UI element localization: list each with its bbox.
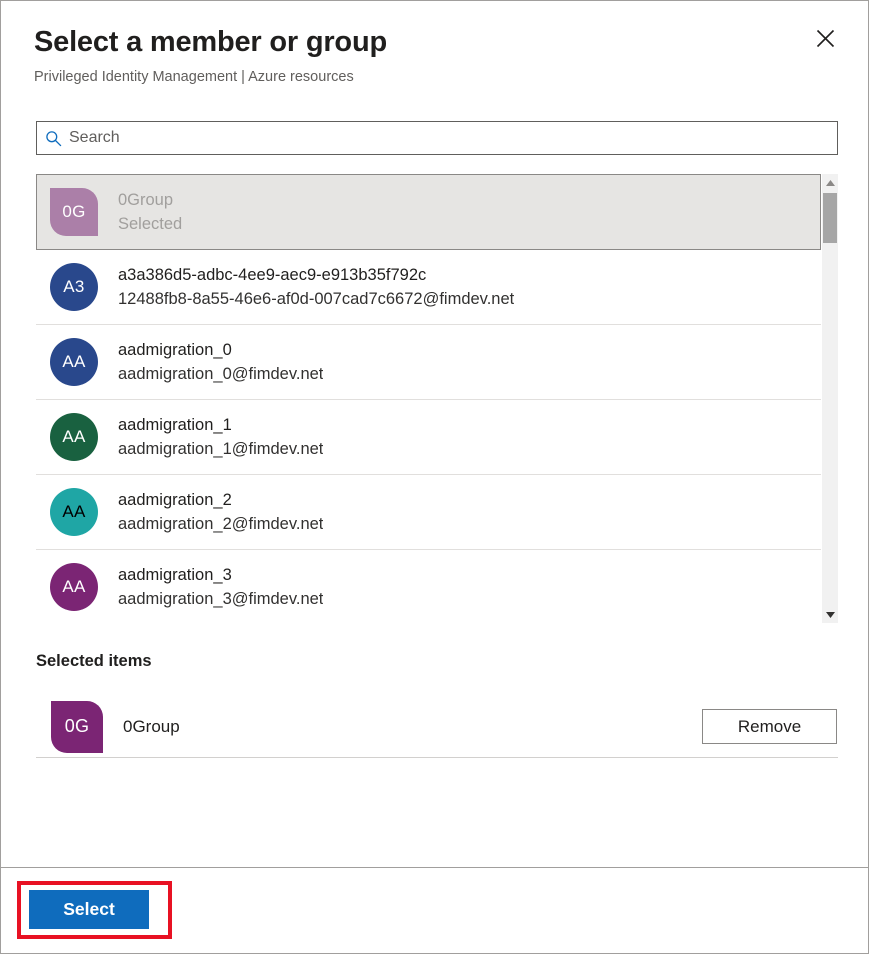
dialog-header: Select a member or group Privileged Iden…: [1, 1, 868, 87]
list-item-secondary: aadmigration_0@fimdev.net: [118, 362, 323, 387]
scrollbar-thumb[interactable]: [823, 193, 837, 243]
list-item[interactable]: AA aadmigration_3 aadmigration_3@fimdev.…: [36, 550, 821, 623]
select-member-or-group-dialog: Select a member or group Privileged Iden…: [0, 0, 869, 954]
list-item-primary: aadmigration_3: [118, 563, 323, 587]
list-item[interactable]: AA aadmigration_1 aadmigration_1@fimdev.…: [36, 400, 821, 475]
results-list-viewport: 0G 0Group Selected A3 a3a386d5-adbc-4ee9…: [36, 174, 821, 623]
list-item-text: 0Group Selected: [118, 188, 182, 237]
avatar: 0G: [51, 701, 103, 753]
avatar: AA: [50, 338, 98, 386]
results-scrollbar[interactable]: [821, 174, 838, 623]
list-item-primary: a3a386d5-adbc-4ee9-aec9-e913b35f792c: [118, 263, 514, 287]
results-list: 0G 0Group Selected A3 a3a386d5-adbc-4ee9…: [36, 174, 838, 623]
list-item[interactable]: A3 a3a386d5-adbc-4ee9-aec9-e913b35f792c …: [36, 250, 821, 325]
list-item-secondary: 12488fb8-8a55-46e6-af0d-007cad7c6672@fim…: [118, 287, 514, 312]
selected-item-name: 0Group: [123, 717, 702, 737]
list-item-secondary: Selected: [118, 212, 182, 237]
list-item-text: aadmigration_2 aadmigration_2@fimdev.net: [118, 488, 323, 537]
list-item-secondary: aadmigration_3@fimdev.net: [118, 587, 323, 612]
selected-item-row: 0G 0Group Remove: [36, 696, 838, 758]
list-item-primary: 0Group: [118, 188, 182, 212]
list-item-text: aadmigration_1 aadmigration_1@fimdev.net: [118, 413, 323, 462]
search-icon: [37, 130, 69, 147]
list-item-primary: aadmigration_1: [118, 413, 323, 437]
dialog-footer: Select: [1, 867, 868, 953]
breadcrumb: Privileged Identity Management | Azure r…: [34, 67, 838, 87]
avatar: 0G: [50, 188, 98, 236]
list-item-text: aadmigration_3 aadmigration_3@fimdev.net: [118, 563, 323, 612]
search-input[interactable]: [69, 123, 837, 153]
search-box[interactable]: [36, 121, 838, 155]
page-title: Select a member or group: [34, 23, 838, 61]
avatar: AA: [50, 413, 98, 461]
list-item-primary: aadmigration_2: [118, 488, 323, 512]
list-item-secondary: aadmigration_2@fimdev.net: [118, 512, 323, 537]
select-button[interactable]: Select: [29, 890, 149, 929]
list-item-text: aadmigration_0 aadmigration_0@fimdev.net: [118, 338, 323, 387]
scroll-down-arrow-icon[interactable]: [822, 606, 839, 623]
list-item[interactable]: 0G 0Group Selected: [36, 174, 821, 250]
list-item-text: a3a386d5-adbc-4ee9-aec9-e913b35f792c 124…: [118, 263, 514, 312]
list-item-primary: aadmigration_0: [118, 338, 323, 362]
list-item-secondary: aadmigration_1@fimdev.net: [118, 437, 323, 462]
avatar: AA: [50, 488, 98, 536]
scroll-up-arrow-icon[interactable]: [822, 174, 839, 191]
selected-items-section: Selected items 0G 0Group Remove: [36, 650, 838, 758]
list-item[interactable]: AA aadmigration_2 aadmigration_2@fimdev.…: [36, 475, 821, 550]
close-icon[interactable]: [808, 21, 842, 55]
selected-items-heading: Selected items: [36, 650, 838, 672]
avatar: A3: [50, 263, 98, 311]
list-item[interactable]: AA aadmigration_0 aadmigration_0@fimdev.…: [36, 325, 821, 400]
remove-button[interactable]: Remove: [702, 709, 837, 744]
avatar: AA: [50, 563, 98, 611]
